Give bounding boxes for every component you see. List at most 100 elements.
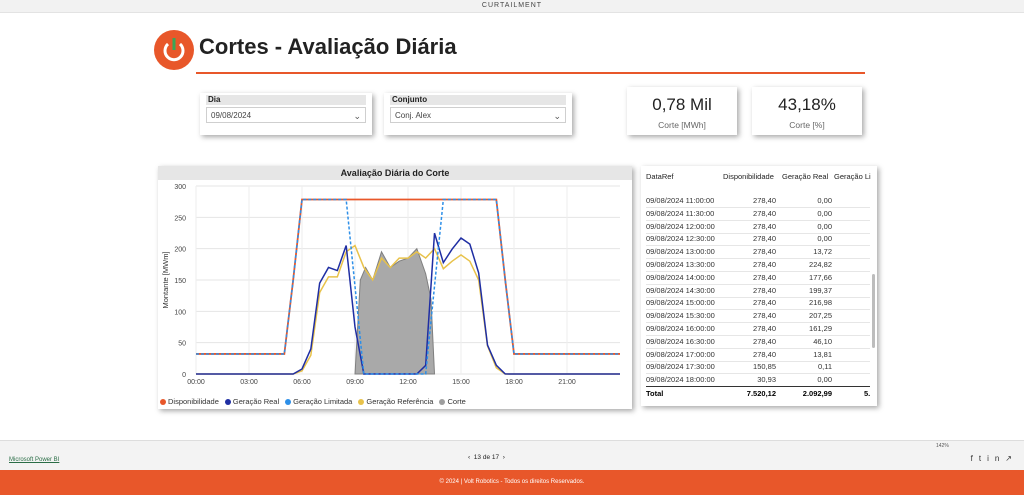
chevron-down-icon: ⌄ [353, 111, 361, 121]
legend-label: Geração Referência [366, 397, 434, 406]
column-header-dataref[interactable]: DataRef [646, 172, 674, 181]
cell-disponibilidade: 278,40 [753, 260, 776, 269]
fullscreen-icon[interactable]: ↗ [1005, 454, 1018, 463]
cell-dataref: 09/08/2024 16:00:00 [646, 324, 715, 333]
cell-geracao-real: 13,72 [813, 247, 832, 257]
y-tick-label: 150 [174, 278, 186, 285]
cell-disponibilidade: 278,40 [753, 324, 776, 333]
dia-dropdown[interactable]: 09/08/2024 ⌄ [206, 107, 366, 123]
chart-legend: Disponibilidade Geração Real Geração Limit… [160, 397, 466, 406]
cell-dataref: 09/08/2024 15:00:00 [646, 298, 715, 308]
cell-dataref: 09/08/2024 18:00:00 [646, 375, 715, 385]
cell-disponibilidade: 278,40 [753, 298, 776, 308]
next-page-icon[interactable]: › [503, 454, 505, 461]
cell-geracao-real: 0,00 [817, 208, 832, 218]
kpi-corte-mwh: 0,78 Mil Corte [MWh] [627, 87, 737, 135]
page-indicator: 13 de 17 [473, 454, 500, 461]
cell-disponibilidade: 278,40 [753, 234, 776, 244]
share-icons: ftin↗ [971, 454, 1018, 463]
legend-swatch [285, 399, 292, 406]
kpi-value: 0,78 Mil [652, 95, 712, 114]
table-scrollbar[interactable] [872, 274, 875, 348]
cell-dataref: 09/08/2024 11:00:00 [646, 196, 715, 205]
prev-page-icon[interactable]: ‹ [468, 454, 470, 461]
conjunto-dropdown[interactable]: Conj. Alex ⌄ [390, 107, 566, 123]
conjunto-dropdown-value: Conj. Alex [395, 111, 432, 120]
cell-geracao-real: 207,25 [809, 311, 832, 321]
cell-dataref: 09/08/2024 17:00:00 [646, 349, 715, 359]
legend-swatch [224, 399, 231, 406]
chart-title: Avaliação Diária do Corte [158, 166, 632, 180]
cell-disponibilidade: 278,40 [753, 196, 776, 205]
cell-geracao-real: 0,00 [817, 196, 832, 205]
x-tick-label: 06:00 [293, 379, 311, 386]
cell-geracao-real: 161,29 [809, 324, 832, 333]
legend-item[interactable]: Geração Limitada [285, 397, 352, 406]
kpi-value: 43,18% [778, 95, 836, 114]
total-label: Total [646, 389, 664, 398]
window-title-bar: CURTAILMENT [0, 0, 1024, 13]
cell-disponibilidade: 150,85 [753, 362, 776, 372]
title-underline [196, 72, 865, 74]
y-tick-label: 250 [174, 215, 186, 222]
footer-text: © 2024 | Volt Robotics - Todos os direit… [439, 479, 585, 485]
cell-geracao-real: 0,00 [817, 234, 832, 244]
page-title: Cortes - Avaliação Diária [199, 34, 457, 59]
cell-disponibilidade: 30,93 [757, 375, 776, 385]
legend-swatch [358, 399, 365, 406]
cell-dataref: 09/08/2024 13:30:00 [646, 260, 715, 269]
x-tick-label: 12:00 [399, 379, 417, 386]
x-tick-label: 09:00 [346, 379, 364, 386]
cell-geracao-real: 177,66 [809, 272, 832, 282]
y-axis-label: Montante [MWm] [161, 251, 170, 308]
y-tick-label: 100 [174, 309, 186, 316]
cell-geracao-real: 199,37 [809, 285, 832, 295]
dia-slicer[interactable]: Dia 09/08/2024 ⌄ [200, 93, 372, 135]
legend-label: Corte [447, 397, 466, 406]
cell-disponibilidade: 278,40 [753, 272, 776, 282]
data-table[interactable]: DataRef Disponibilidade Geração Real Ger… [641, 166, 877, 406]
legend-label: Disponibilidade [168, 397, 219, 406]
cell-dataref: 09/08/2024 14:00:00 [646, 272, 715, 282]
linkedin-icon[interactable]: in [987, 454, 1005, 463]
x-tick-label: 15:00 [452, 379, 470, 386]
legend-label: Geração Real [232, 397, 280, 406]
page-navigator[interactable]: ‹ 13 de 17 › [468, 454, 505, 461]
cell-geracao-real: 13,81 [813, 349, 832, 359]
cell-disponibilidade: 278,40 [753, 208, 776, 218]
zoom-level[interactable]: 142% [936, 443, 949, 449]
y-tick-label: 300 [174, 184, 186, 191]
total-disponibilidade: 7.520,12 [746, 389, 776, 398]
cell-disponibilidade: 278,40 [753, 349, 776, 359]
cell-disponibilidade: 278,40 [753, 221, 776, 231]
powerbi-link[interactable]: Microsoft Power BI [9, 457, 59, 463]
twitter-icon[interactable]: t [979, 454, 987, 463]
x-tick-label: 00:00 [187, 379, 205, 386]
legend-item[interactable]: Corte [439, 397, 466, 406]
series-area-corte [354, 247, 436, 375]
cell-dataref: 09/08/2024 14:30:00 [646, 285, 715, 295]
app-logo [154, 30, 194, 70]
x-tick-label: 21:00 [558, 379, 576, 386]
cell-geracao-real: 216,98 [809, 298, 832, 308]
facebook-icon[interactable]: f [971, 454, 979, 463]
kpi-label: Corte [%] [789, 120, 825, 130]
total-geracao-real: 2.092,99 [802, 389, 832, 398]
legend-item[interactable]: Geração Referência [358, 397, 433, 406]
y-tick-label: 200 [174, 247, 186, 254]
kpi-corte-percent: 43,18% Corte [%] [752, 87, 862, 135]
legend-label: Geração Limitada [293, 397, 353, 406]
column-header-geracao-limitada[interactable]: Geração Li [834, 172, 871, 181]
conjunto-slicer[interactable]: Conjunto Conj. Alex ⌄ [384, 93, 572, 135]
table-total-row: Total 7.520,12 2.092,99 5. [646, 386, 870, 400]
cell-dataref: 09/08/2024 17:30:00 [646, 362, 715, 372]
powerbi-bottom-bar: 142% Microsoft Power BI ‹ 13 de 17 › fti… [0, 440, 1024, 471]
legend-item[interactable]: Disponibilidade [160, 397, 219, 406]
column-header-geracao-real[interactable]: Geração Real [782, 172, 828, 181]
column-header-disponibilidade[interactable]: Disponibilidade [723, 172, 774, 181]
cell-geracao-real: 0,00 [817, 221, 832, 231]
x-tick-label: 18:00 [505, 379, 523, 386]
legend-item[interactable]: Geração Real [224, 397, 280, 406]
legend-swatch [439, 399, 446, 406]
line-chart[interactable]: 0 50 100 150 200 250 300 00:00 03:00 06:00 09:00 12… [158, 180, 632, 408]
